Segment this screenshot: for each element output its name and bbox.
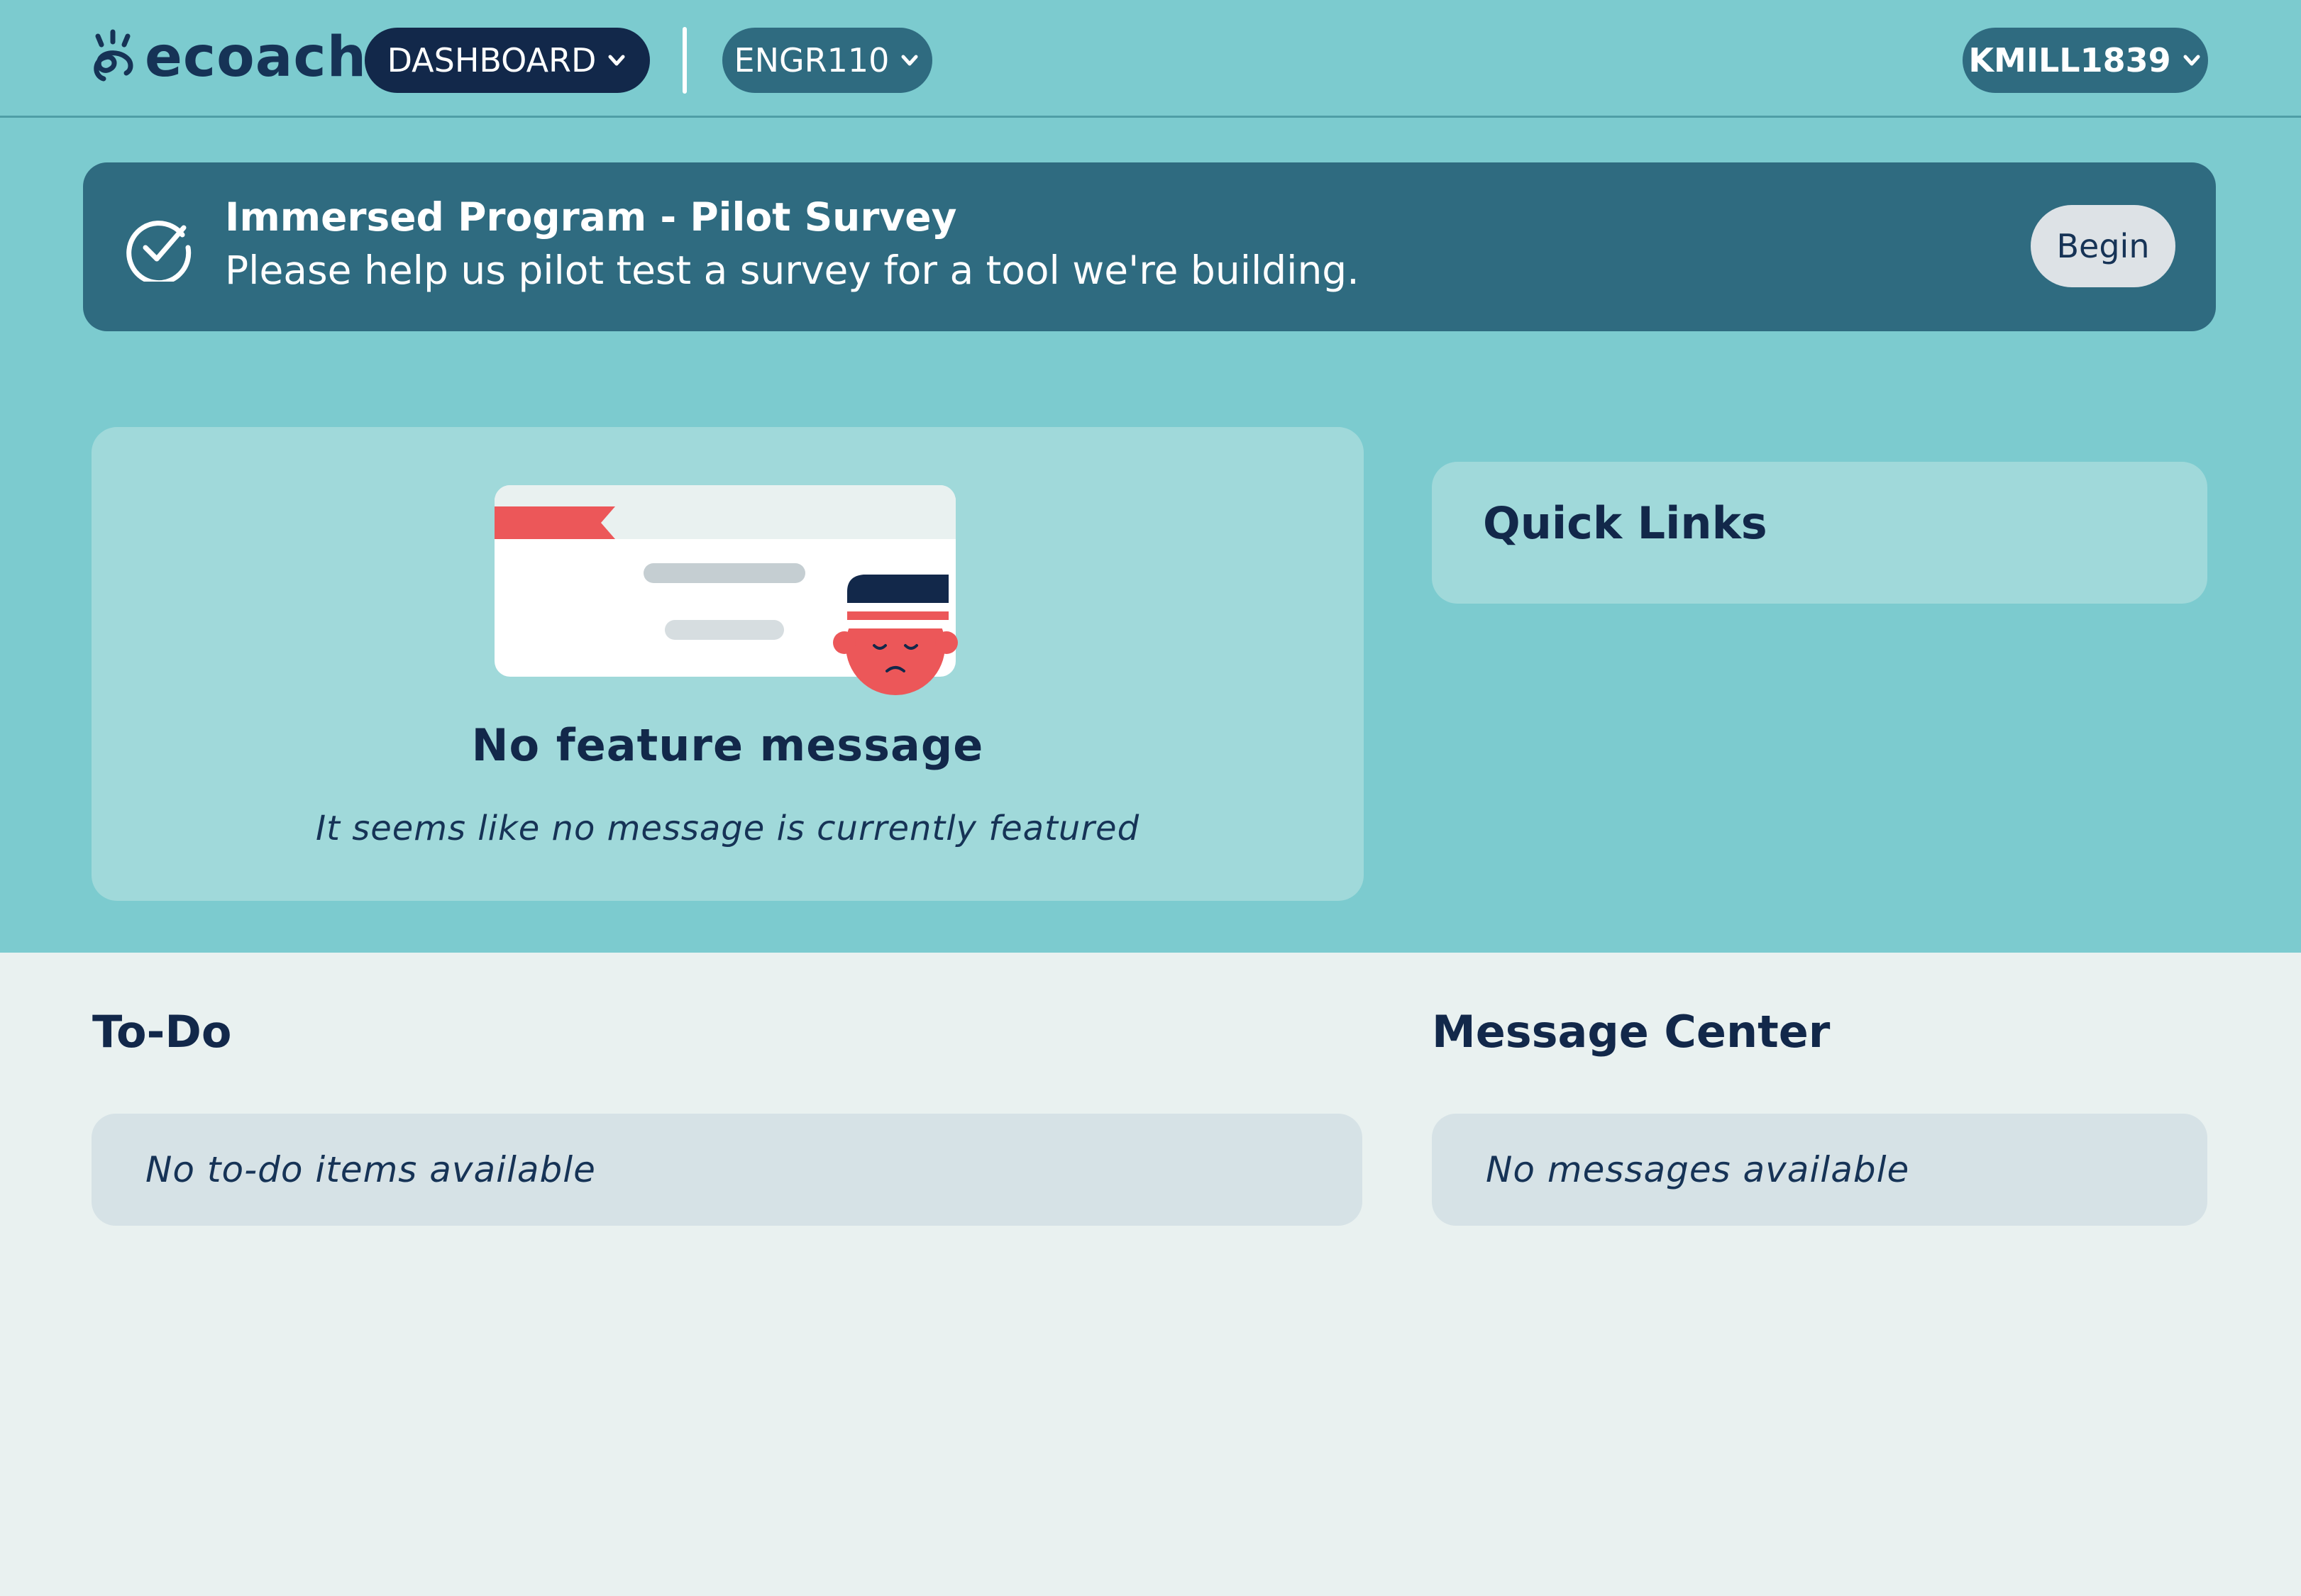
dashboard-menu-label: DASHBOARD [387, 41, 597, 79]
user-menu-label: KMILL1839 [1968, 41, 2171, 79]
chevron-down-icon [901, 55, 918, 66]
todo-title: To-Do [92, 1006, 232, 1058]
message-center-empty-text: No messages available [1486, 1149, 1910, 1190]
user-menu-button[interactable]: KMILL1839 [1963, 28, 2208, 93]
check-circle-icon [126, 221, 192, 282]
app-header: ecoach DASHBOARD ENGR110 KMILL1839 [0, 0, 2301, 118]
survey-banner: Immersed Program - Pilot Survey Please h… [83, 162, 2216, 331]
survey-title: Immersed Program - Pilot Survey [225, 194, 957, 240]
logo-text: ecoach [145, 26, 368, 89]
course-menu-label: ENGR110 [734, 41, 890, 79]
nav-divider [683, 27, 687, 94]
chevron-down-icon [608, 55, 625, 66]
quick-links-card: Quick Links [1432, 462, 2207, 604]
message-center-title: Message Center [1432, 1006, 1831, 1058]
begin-survey-button[interactable]: Begin [2031, 205, 2175, 287]
feature-message-card: No feature message It seems like no mess… [92, 427, 1364, 901]
feature-title: No feature message [471, 719, 984, 771]
message-center-empty-box: No messages available [1432, 1114, 2207, 1226]
survey-description: Please help us pilot test a survey for a… [225, 248, 1359, 293]
ecoach-logo-icon [94, 29, 133, 82]
no-message-illustration [495, 485, 958, 695]
quick-links-title: Quick Links [1483, 497, 1767, 549]
top-region: ecoach DASHBOARD ENGR110 KMILL1839 Immer… [0, 0, 2301, 953]
chevron-down-icon [2183, 55, 2200, 66]
course-menu-button[interactable]: ENGR110 [722, 28, 932, 93]
todo-empty-box: No to-do items available [92, 1114, 1362, 1226]
dashboard-menu-button[interactable]: DASHBOARD [365, 28, 650, 93]
todo-empty-text: No to-do items available [145, 1149, 596, 1190]
ecoach-logo[interactable]: ecoach [89, 26, 367, 89]
feature-subtitle: It seems like no message is currently fe… [315, 809, 1140, 848]
